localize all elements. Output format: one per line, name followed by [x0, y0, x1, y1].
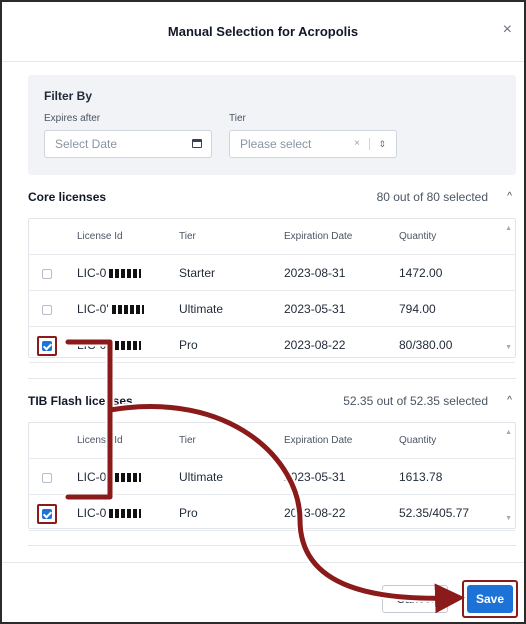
quantity-cell: 52.35/405.77	[399, 506, 470, 520]
checkbox-highlight	[37, 336, 57, 356]
table-row[interactable]: LIC-0 Pro 2023-08-22 80/380.00	[29, 327, 515, 363]
scroll-down-icon[interactable]: ▼	[505, 515, 512, 522]
table-header-row: License Id Tier Expiration Date Quantity	[29, 219, 515, 255]
core-collapse-icon[interactable]: ^	[507, 191, 512, 202]
tib-collapse-icon[interactable]: ^	[507, 395, 512, 406]
license-id-cell: LIC-0	[77, 459, 142, 495]
select-separator	[369, 138, 370, 150]
license-id-cell: LIC-0	[77, 495, 142, 531]
manual-selection-dialog: Manual Selection for Acropolis × Filter …	[0, 0, 526, 624]
table-scrollbar[interactable]: ▲ ▼	[501, 219, 515, 357]
column-header-license-id: License Id	[77, 231, 123, 242]
expires-after-date-picker[interactable]: Select Date	[44, 130, 212, 158]
section-divider	[28, 378, 516, 379]
scroll-up-icon[interactable]: ▲	[505, 225, 512, 232]
clear-icon[interactable]: ×	[354, 131, 360, 157]
expiration-date-cell: 2023-08-31	[284, 266, 346, 280]
license-id-cell: LIC-0	[77, 255, 142, 291]
license-id-cell: LIC-0'	[77, 291, 144, 327]
table-header-row: License Id Tier Expiration Date Quantity	[29, 423, 515, 459]
expiration-date-cell: 2023-08-22	[284, 506, 346, 520]
redacted-block	[109, 509, 142, 518]
tier-select[interactable]: Please select × ⇕	[229, 130, 397, 158]
column-header-tier: Tier	[179, 435, 196, 446]
column-header-license-id: License Id	[77, 435, 123, 446]
core-licenses-table: License Id Tier Expiration Date Quantity…	[28, 218, 516, 363]
expiration-date-cell: 2023-05-31	[284, 302, 346, 316]
chevron-updown-icon[interactable]: ⇕	[378, 131, 386, 157]
tib-flash-licenses-count: 52.35 out of 52.35 selected	[343, 394, 488, 408]
expiration-date-cell: 2023-05-31	[284, 470, 346, 484]
row-checkbox[interactable]	[42, 269, 52, 279]
tib-flash-licenses-title: TIB Flash licenses	[28, 394, 133, 408]
save-button[interactable]: Save	[467, 585, 513, 613]
scroll-down-icon[interactable]: ▼	[505, 344, 512, 351]
row-checkbox[interactable]	[42, 473, 52, 483]
table-scrollbar[interactable]: ▲ ▼	[501, 423, 515, 528]
column-header-quantity: Quantity	[399, 231, 437, 242]
filter-title: Filter By	[44, 89, 93, 103]
calendar-icon[interactable]	[192, 139, 202, 148]
close-icon[interactable]: ×	[503, 21, 512, 39]
tier-cell: Ultimate	[179, 470, 224, 484]
redacted-block	[111, 305, 144, 314]
date-placeholder: Select Date	[55, 137, 118, 151]
tib-flash-licenses-table: License Id Tier Expiration Date Quantity…	[28, 422, 516, 531]
table-row[interactable]: LIC-0 Pro 2023-08-22 52.35/405.77	[29, 495, 515, 531]
quantity-cell: 794.00	[399, 302, 436, 316]
tier-cell: Pro	[179, 338, 198, 352]
quantity-cell: 1613.78	[399, 470, 443, 484]
column-header-expiration-date: Expiration Date	[284, 231, 353, 242]
redacted-block	[109, 473, 142, 482]
quantity-cell: 1472.00	[399, 266, 443, 280]
column-header-expiration-date: Expiration Date	[284, 435, 353, 446]
column-header-tier: Tier	[179, 231, 196, 242]
cancel-button[interactable]: Cancel	[382, 585, 448, 613]
dialog-header: Manual Selection for Acropolis ×	[2, 2, 524, 62]
filter-panel: Filter By Expires after Tier Select Date…	[28, 75, 516, 175]
section-divider	[28, 545, 516, 546]
table-row[interactable]: LIC-0' Ultimate 2023-05-31 794.00	[29, 291, 515, 327]
tier-placeholder: Please select	[240, 137, 312, 151]
column-header-quantity: Quantity	[399, 435, 437, 446]
tier-cell: Starter	[179, 266, 216, 280]
expires-after-label: Expires after	[44, 113, 101, 124]
tier-label: Tier	[229, 113, 246, 124]
redacted-block	[109, 341, 142, 350]
core-licenses-count: 80 out of 80 selected	[376, 190, 488, 204]
dialog-title: Manual Selection for Acropolis	[167, 24, 359, 39]
row-checkbox[interactable]	[42, 305, 52, 315]
license-id-cell: LIC-0	[77, 327, 142, 363]
core-licenses-title: Core licenses	[28, 190, 107, 204]
scroll-up-icon[interactable]: ▲	[505, 429, 512, 436]
quantity-cell: 80/380.00	[399, 338, 453, 352]
redacted-block	[109, 269, 142, 278]
table-row[interactable]: LIC-0 Starter 2023-08-31 1472.00	[29, 255, 515, 291]
tier-cell: Pro	[179, 506, 198, 520]
expiration-date-cell: 2023-08-22	[284, 338, 346, 352]
dialog-footer: Cancel Save	[2, 562, 524, 624]
table-row[interactable]: LIC-0 Ultimate 2023-05-31 1613.78	[29, 459, 515, 495]
tier-cell: Ultimate	[179, 302, 224, 316]
checkbox-highlight	[37, 504, 57, 524]
